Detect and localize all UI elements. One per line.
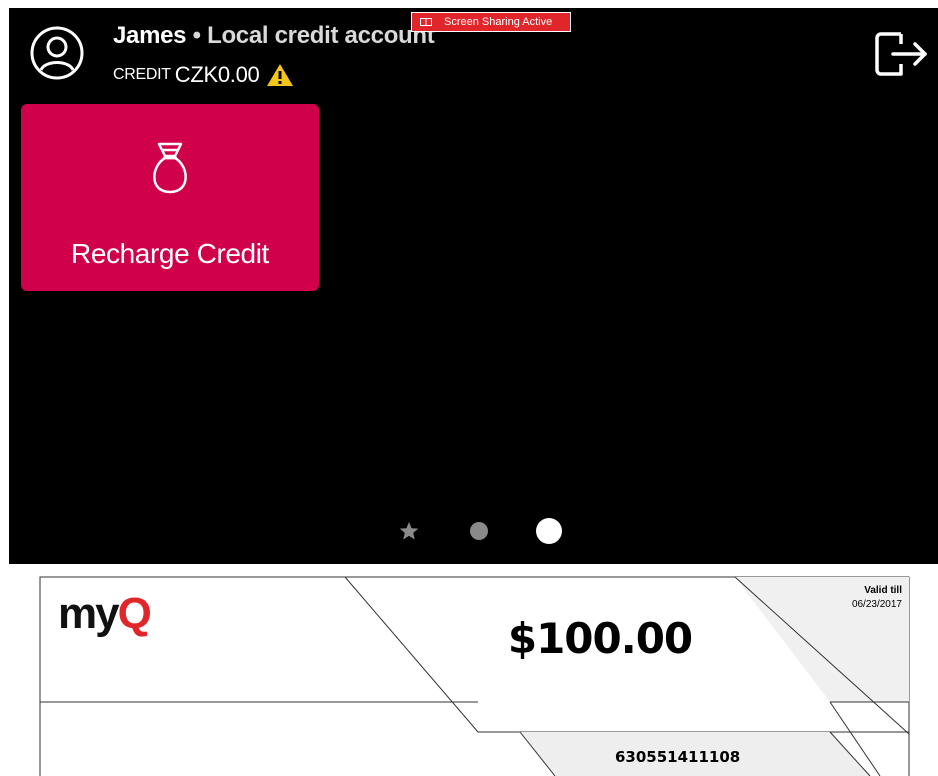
user-account-title: James • Local credit account [113,22,435,50]
valid-till-label: Valid till [864,585,902,596]
voucher-code: 630551411108 [615,748,741,766]
screen-sharing-badge: Screen Sharing Active [411,12,571,32]
title-separator: • [186,22,208,49]
screen-sharing-label: Screen Sharing Active [444,16,553,28]
recharge-credit-label: Recharge Credit [71,238,269,269]
credit-status: CREDIT CZK0.00 [113,62,294,88]
money-bag-icon [153,142,187,194]
warning-icon [267,64,294,86]
credit-label: CREDIT [113,66,171,83]
page-dot-2[interactable] [470,522,488,540]
user-circle-icon[interactable] [29,25,85,81]
recharge-credit-tile[interactable]: Recharge Credit [21,104,319,291]
logo-q: Q [117,589,152,638]
account-type: Local credit account [207,22,435,49]
valid-till-date: 06/23/2017 [851,599,902,610]
logout-icon[interactable] [871,26,931,82]
logo-my: my [58,589,120,638]
myq-logo: myQ [58,589,152,638]
voucher-amount: $100.00 [507,614,693,663]
device-screen: James • Local credit account CREDIT CZK0… [9,8,938,564]
favorites-star-icon[interactable] [399,521,419,541]
user-name: James [113,22,187,49]
screen-share-icon [420,18,432,26]
credit-voucher: myQ $100.00 Valid till 06/23/2017 630551… [0,564,938,776]
credit-value: CZK0.00 [174,62,260,87]
page-dot-3-active[interactable] [536,518,562,544]
page-indicator [9,518,938,548]
